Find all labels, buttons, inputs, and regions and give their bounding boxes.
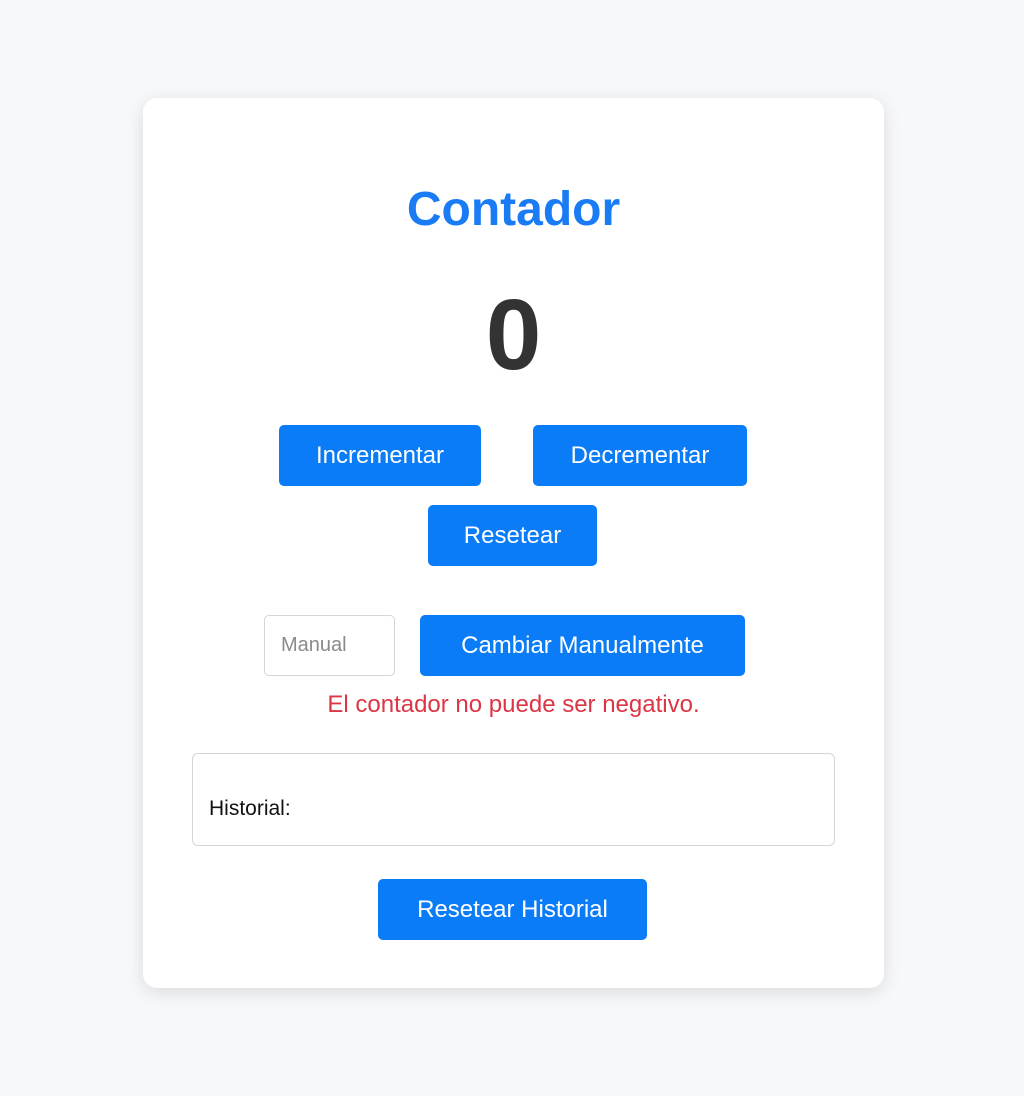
counter-card: Contador 0 Incrementar Decrementar Reset… (143, 98, 884, 988)
counter-value: 0 (485, 279, 542, 391)
manual-value-input[interactable] (264, 615, 395, 676)
reset-button[interactable]: Resetear (428, 505, 597, 566)
history-label: Historial: (209, 797, 291, 820)
error-message: El contador no puede ser negativo. (327, 691, 700, 718)
reset-history-button[interactable]: Resetear Historial (378, 879, 647, 940)
history-panel: Historial: (192, 753, 835, 846)
decrement-button[interactable]: Decrementar (533, 425, 747, 486)
page-title: Contador (406, 183, 621, 236)
increment-button[interactable]: Incrementar (279, 425, 481, 486)
manual-change-button[interactable]: Cambiar Manualmente (420, 615, 745, 676)
